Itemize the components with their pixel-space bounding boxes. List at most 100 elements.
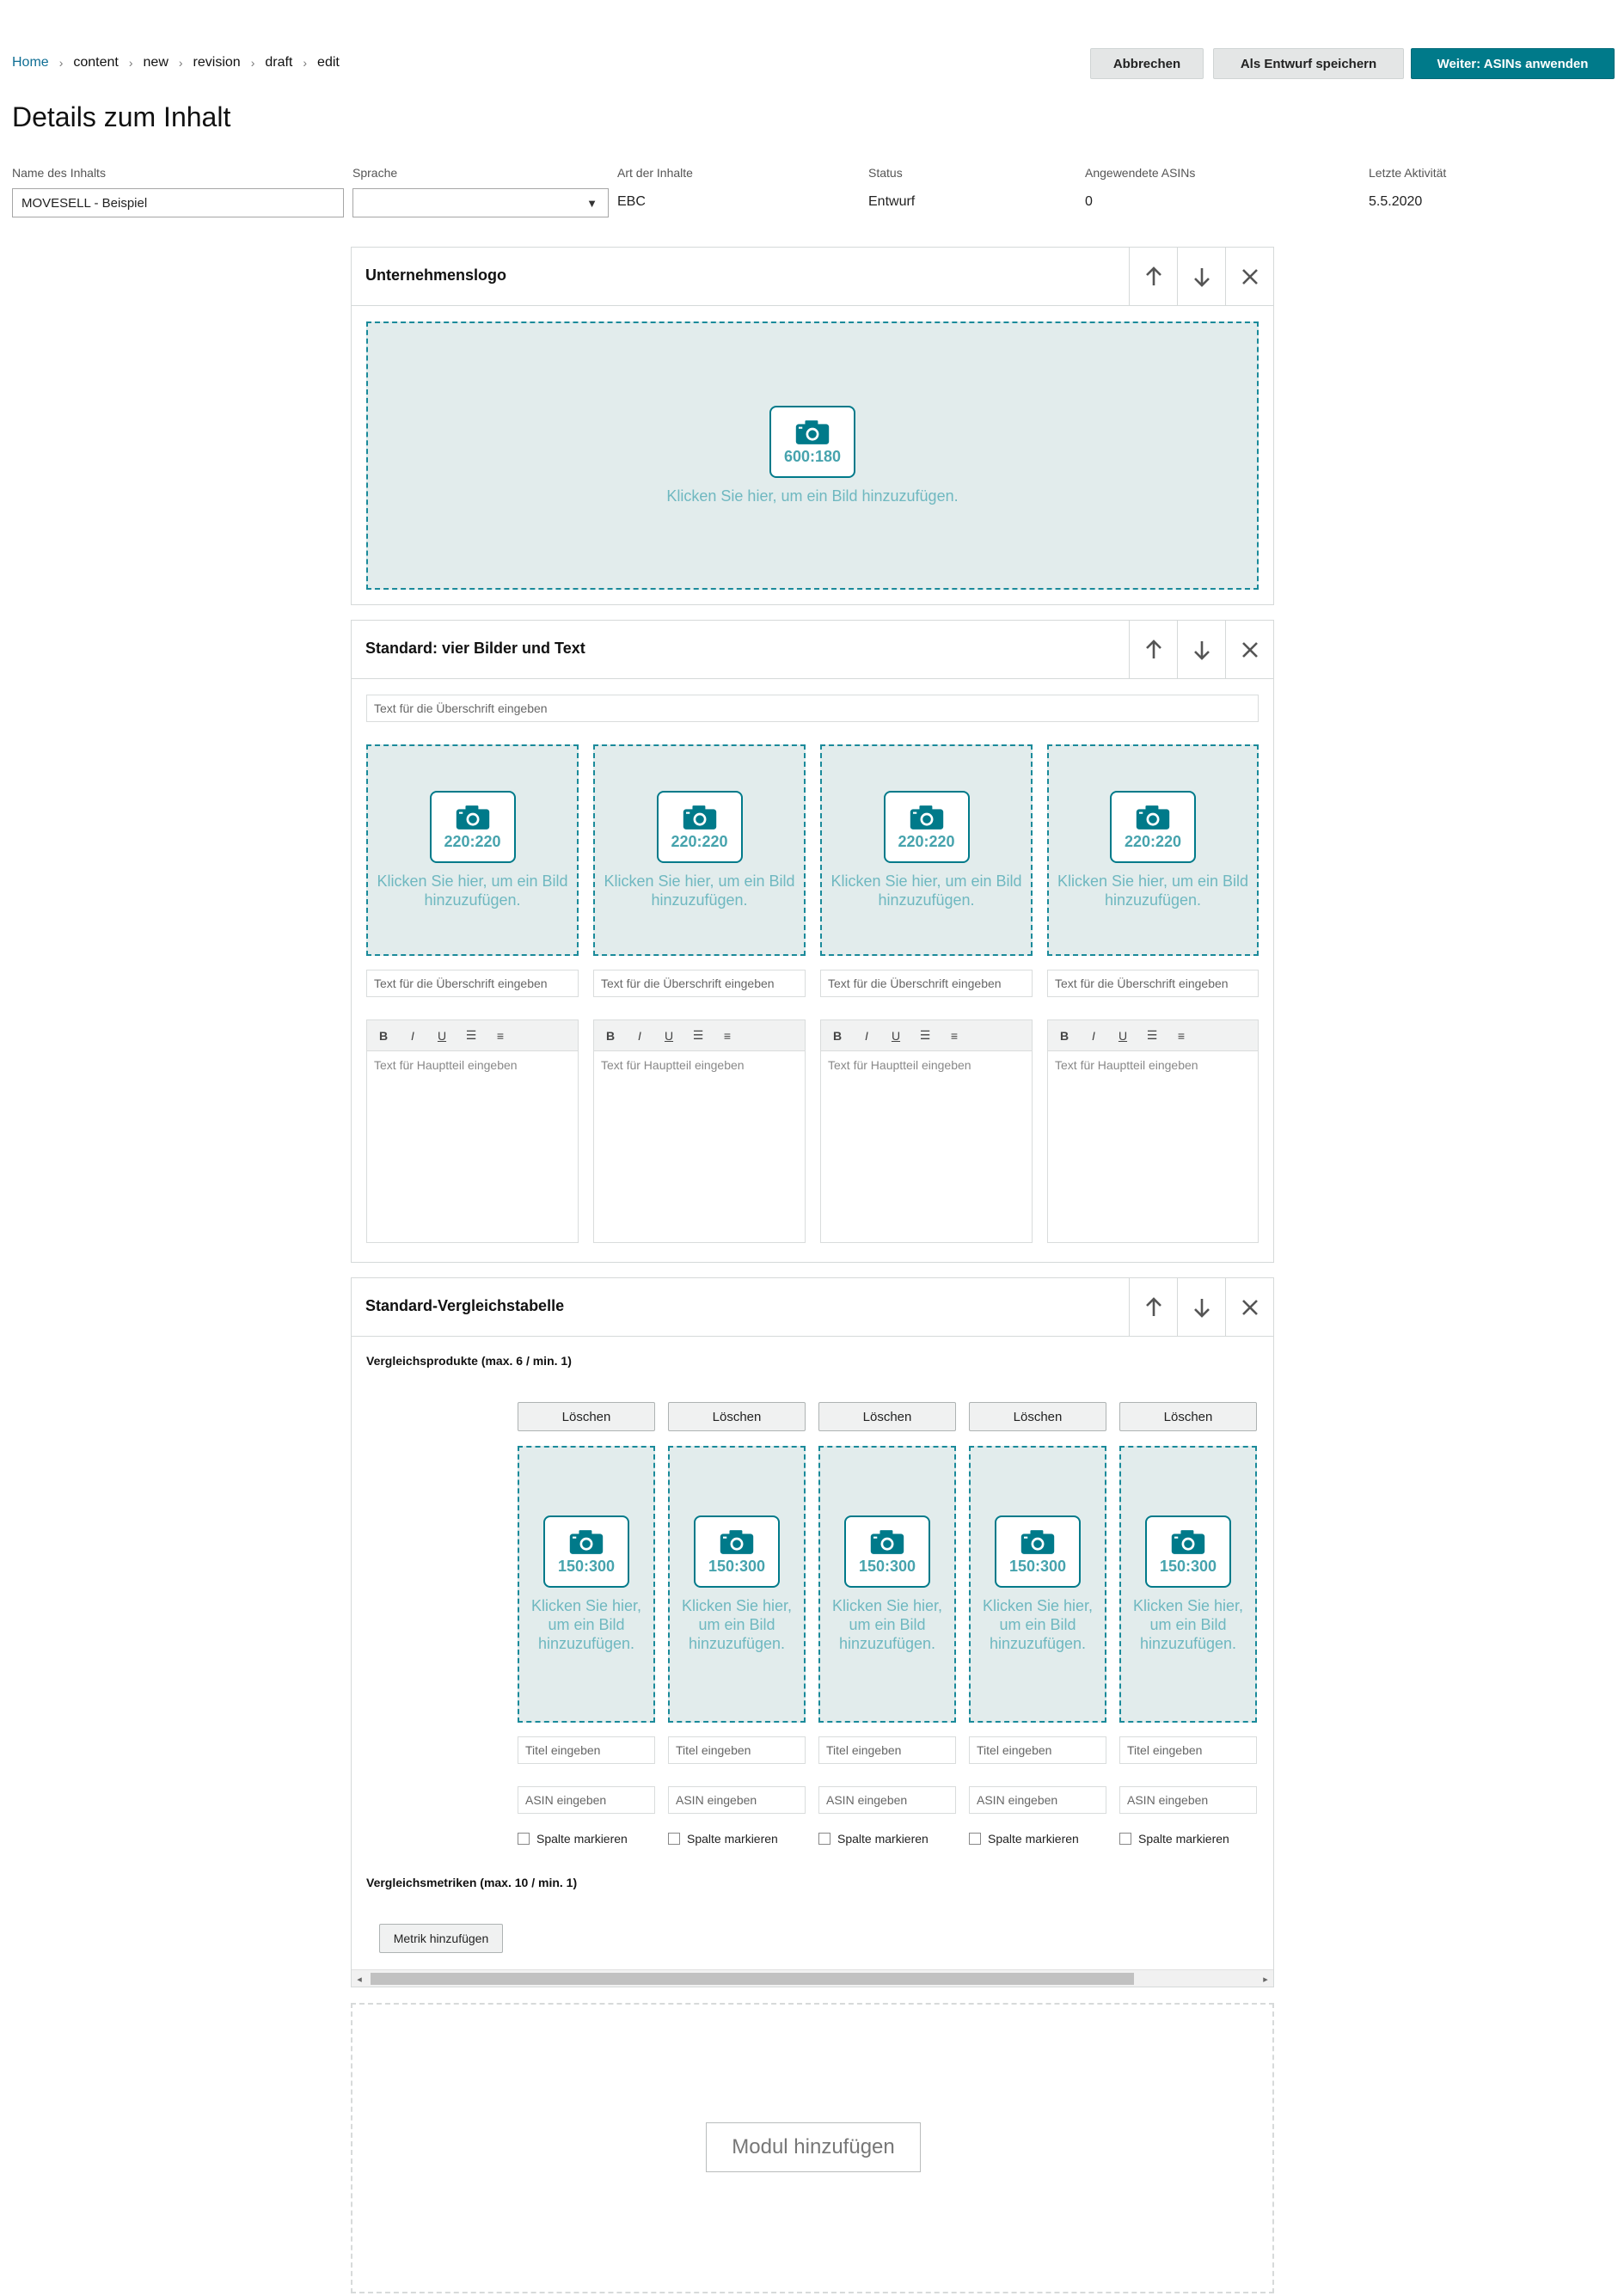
numbered-list-icon[interactable]: ≡ xyxy=(721,1029,733,1043)
underline-icon[interactable]: U xyxy=(663,1029,675,1043)
image-size-badge: 220:220 xyxy=(1110,791,1196,863)
move-down-button[interactable] xyxy=(1177,621,1225,679)
breadcrumb-home[interactable]: Home xyxy=(12,55,49,70)
image-placeholder-text: Klicken Sie hier, um ein Bild hinzuzufüg… xyxy=(604,872,795,909)
checkbox[interactable] xyxy=(668,1833,680,1845)
checkbox[interactable] xyxy=(1119,1833,1131,1845)
underline-icon[interactable]: U xyxy=(1117,1029,1129,1043)
language-select[interactable]: ▼ xyxy=(352,188,609,217)
content-name-input[interactable]: MOVESELL - Beispiel xyxy=(12,188,344,217)
bold-icon[interactable]: B xyxy=(1058,1029,1070,1043)
bullet-list-icon[interactable]: ☰ xyxy=(692,1028,704,1043)
image-placeholder-3[interactable]: 220:220 Klicken Sie hier, um ein Bild hi… xyxy=(820,744,1033,956)
horizontal-scrollbar[interactable]: ◂ ▸ xyxy=(352,1969,1273,1987)
mark-column-checkbox-2[interactable]: Spalte markieren xyxy=(668,1832,778,1846)
product-asin-input-4[interactable]: ASIN eingeben xyxy=(969,1786,1106,1814)
delete-product-button-1[interactable]: Löschen xyxy=(518,1402,655,1431)
checkbox[interactable] xyxy=(818,1833,830,1845)
italic-icon[interactable]: I xyxy=(634,1029,646,1043)
column-headline-input-4[interactable]: Text für die Überschrift eingeben xyxy=(1047,970,1259,997)
product-image-placeholder-3[interactable]: 150:300 Klicken Sie hier, um ein Bild hi… xyxy=(818,1446,956,1723)
cancel-button[interactable]: Abbrechen xyxy=(1090,48,1204,79)
move-down-button[interactable] xyxy=(1177,248,1225,306)
module-headline-input[interactable]: Text für die Überschrift eingeben xyxy=(366,695,1259,722)
checkbox[interactable] xyxy=(518,1833,530,1845)
remove-module-button[interactable] xyxy=(1225,621,1273,679)
product-image-placeholder-5[interactable]: 150:300 Klicken Sie hier, um ein Bild hi… xyxy=(1119,1446,1257,1723)
delete-product-button-2[interactable]: Löschen xyxy=(668,1402,806,1431)
apply-asins-button[interactable]: Weiter: ASINs anwenden xyxy=(1411,48,1615,79)
mark-column-checkbox-1[interactable]: Spalte markieren xyxy=(518,1832,628,1846)
scroll-left-icon[interactable]: ◂ xyxy=(352,1970,367,1987)
bold-icon[interactable]: B xyxy=(604,1029,616,1043)
product-asin-input-2[interactable]: ASIN eingeben xyxy=(668,1786,806,1814)
product-image-placeholder-2[interactable]: 150:300 Klicken Sie hier, um ein Bild hi… xyxy=(668,1446,806,1723)
scroll-right-icon[interactable]: ▸ xyxy=(1258,1970,1273,1987)
content-type-label: Art der Inhalte xyxy=(617,166,693,180)
product-image-placeholder-4[interactable]: 150:300 Klicken Sie hier, um ein Bild hi… xyxy=(969,1446,1106,1723)
bullet-list-icon[interactable]: ☰ xyxy=(919,1028,931,1043)
product-asin-input-3[interactable]: ASIN eingeben xyxy=(818,1786,956,1814)
underline-icon[interactable]: U xyxy=(436,1029,448,1043)
image-dimension: 150:300 xyxy=(858,1557,916,1575)
bold-icon[interactable]: B xyxy=(377,1029,389,1043)
breadcrumb-content[interactable]: content xyxy=(73,55,118,70)
breadcrumb-revision[interactable]: revision xyxy=(193,55,241,70)
chevron-right-icon: › xyxy=(128,56,133,70)
logo-image-placeholder[interactable]: 600:180 Klicken Sie hier, um ein Bild hi… xyxy=(366,321,1259,590)
scrollbar-thumb[interactable] xyxy=(371,1973,1134,1985)
checkbox[interactable] xyxy=(969,1833,981,1845)
product-title-input-5[interactable]: Titel eingeben xyxy=(1119,1736,1257,1764)
delete-product-button-4[interactable]: Löschen xyxy=(969,1402,1106,1431)
product-image-placeholder-1[interactable]: 150:300 Klicken Sie hier, um ein Bild hi… xyxy=(518,1446,655,1723)
move-up-button[interactable] xyxy=(1129,248,1177,306)
numbered-list-icon[interactable]: ≡ xyxy=(1175,1029,1187,1043)
camera-icon xyxy=(569,1529,604,1554)
bold-icon[interactable]: B xyxy=(831,1029,843,1043)
product-title-input-2[interactable]: Titel eingeben xyxy=(668,1736,806,1764)
image-placeholder-2[interactable]: 220:220 Klicken Sie hier, um ein Bild hi… xyxy=(593,744,806,956)
breadcrumb-draft[interactable]: draft xyxy=(265,55,292,70)
italic-icon[interactable]: I xyxy=(861,1029,873,1043)
product-title-input-3[interactable]: Titel eingeben xyxy=(818,1736,956,1764)
product-title-input-4[interactable]: Titel eingeben xyxy=(969,1736,1106,1764)
move-down-button[interactable] xyxy=(1177,1278,1225,1337)
column-headline-input-2[interactable]: Text für die Überschrift eingeben xyxy=(593,970,806,997)
mark-column-checkbox-5[interactable]: Spalte markieren xyxy=(1119,1832,1229,1846)
module-title: Standard-Vergleichstabelle xyxy=(365,1297,565,1314)
breadcrumb-new[interactable]: new xyxy=(144,55,169,70)
remove-module-button[interactable] xyxy=(1225,1278,1273,1337)
bullet-list-icon[interactable]: ☰ xyxy=(465,1028,477,1043)
checkbox-label: Spalte markieren xyxy=(1138,1832,1229,1846)
numbered-list-icon[interactable]: ≡ xyxy=(494,1029,506,1043)
column-headline-input-1[interactable]: Text für die Überschrift eingeben xyxy=(366,970,579,997)
italic-icon[interactable]: I xyxy=(1088,1029,1100,1043)
product-title-input-1[interactable]: Titel eingeben xyxy=(518,1736,655,1764)
mark-column-checkbox-4[interactable]: Spalte markieren xyxy=(969,1832,1079,1846)
save-draft-button[interactable]: Als Entwurf speichern xyxy=(1213,48,1404,79)
numbered-list-icon[interactable]: ≡ xyxy=(948,1029,960,1043)
underline-icon[interactable]: U xyxy=(890,1029,902,1043)
add-module-button[interactable]: Modul hinzufügen xyxy=(706,2122,921,2172)
rich-text-editor-3[interactable]: B I U ☰ ≡ Text für Hauptteil eingeben xyxy=(820,1019,1033,1243)
move-up-button[interactable] xyxy=(1129,621,1177,679)
delete-product-button-3[interactable]: Löschen xyxy=(818,1402,956,1431)
italic-icon[interactable]: I xyxy=(407,1029,419,1043)
column-headline-input-3[interactable]: Text für die Überschrift eingeben xyxy=(820,970,1033,997)
image-placeholder-4[interactable]: 220:220 Klicken Sie hier, um ein Bild hi… xyxy=(1047,744,1259,956)
move-up-button[interactable] xyxy=(1129,1278,1177,1337)
image-placeholder-1[interactable]: 220:220 Klicken Sie hier, um ein Bild hi… xyxy=(366,744,579,956)
rich-text-editor-2[interactable]: B I U ☰ ≡ Text für Hauptteil eingeben xyxy=(593,1019,806,1243)
remove-module-button[interactable] xyxy=(1225,248,1273,306)
camera-icon xyxy=(456,805,489,830)
add-metric-button[interactable]: Metrik hinzufügen xyxy=(379,1924,503,1953)
delete-product-button-5[interactable]: Löschen xyxy=(1119,1402,1257,1431)
image-size-badge: 150:300 xyxy=(543,1515,629,1588)
mark-column-checkbox-3[interactable]: Spalte markieren xyxy=(818,1832,929,1846)
last-activity-value: 5.5.2020 xyxy=(1369,194,1423,209)
product-asin-input-1[interactable]: ASIN eingeben xyxy=(518,1786,655,1814)
bullet-list-icon[interactable]: ☰ xyxy=(1146,1028,1158,1043)
rich-text-editor-1[interactable]: B I U ☰ ≡ Text für Hauptteil eingeben xyxy=(366,1019,579,1243)
product-asin-input-5[interactable]: ASIN eingeben xyxy=(1119,1786,1257,1814)
rich-text-editor-4[interactable]: B I U ☰ ≡ Text für Hauptteil eingeben xyxy=(1047,1019,1259,1243)
